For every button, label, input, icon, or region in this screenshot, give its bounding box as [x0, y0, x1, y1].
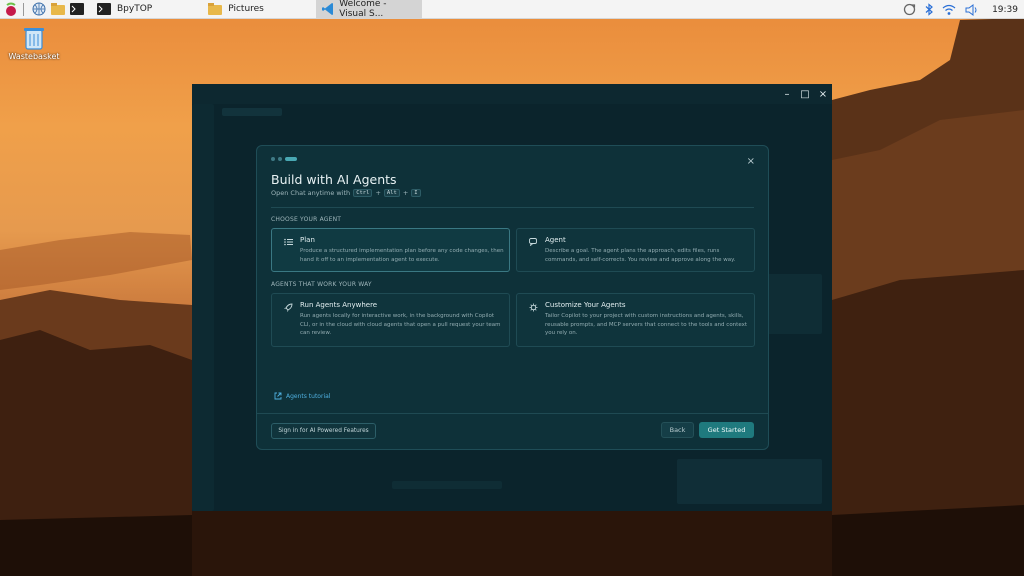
system-tray: 19:39 [903, 0, 1024, 19]
bluetooth-icon[interactable] [925, 3, 933, 16]
task-vscode[interactable]: Welcome - Visual S... [315, 0, 422, 19]
web-browser-icon[interactable] [31, 1, 47, 17]
section-agents-way: AGENTS THAT WORK YOUR WAY [271, 281, 372, 288]
wastebasket-label: Wastebasket [8, 52, 60, 61]
divider [271, 207, 754, 208]
key-i: I [411, 189, 421, 197]
vscode-icon [321, 3, 334, 15]
step-indicator [271, 157, 297, 161]
footer-divider [257, 413, 768, 414]
card-description: Describe a goal. The agent plans the app… [545, 248, 736, 263]
chat-icon [529, 238, 537, 247]
agent-card[interactable]: Agent Describe a goal. The agent plans t… [516, 228, 755, 272]
activity-bar [192, 104, 214, 511]
terminal-launcher-icon[interactable] [69, 1, 85, 17]
agents-dialog: × Build with AI Agents Open Chat anytime… [256, 145, 769, 450]
window-titlebar [192, 84, 832, 104]
task-bpytop[interactable]: BpyTOP [91, 0, 158, 19]
step-dot-active [285, 157, 297, 161]
sign-in-button[interactable]: Sign in for AI Powered Features [271, 423, 376, 439]
card-title: Run Agents Anywhere [300, 301, 378, 309]
key-alt: Alt [383, 189, 400, 197]
dialog-subtitle: Open Chat anytime with Ctrl + Alt + I [271, 189, 421, 197]
card-description: Run agents locally for interactive work,… [300, 313, 501, 336]
minimize-button[interactable]: – [778, 84, 796, 104]
dialog-close-button[interactable]: × [747, 156, 755, 167]
agents-tutorial-link[interactable]: Agents tutorial [274, 392, 330, 400]
gear-icon [529, 303, 538, 312]
task-label: Welcome - Visual S... [339, 0, 387, 19]
file-manager-icon[interactable] [50, 1, 66, 17]
back-button[interactable]: Back [661, 422, 694, 438]
editor-tab [222, 108, 282, 116]
taskbar: BpyTOP Pictures Welcome - Visual S... 19… [0, 0, 1024, 19]
tutorial-label: Agents tutorial [286, 392, 331, 400]
sync-icon[interactable] [903, 3, 916, 16]
dialog-title: Build with AI Agents [271, 172, 397, 187]
folder-icon [208, 3, 223, 15]
card-title: Plan [300, 236, 315, 244]
step-dot [278, 157, 282, 161]
get-started-button[interactable]: Get Started [699, 422, 754, 438]
subtitle-text: Open Chat anytime with [271, 189, 351, 197]
external-link-icon [274, 392, 282, 400]
wifi-icon[interactable] [942, 4, 956, 16]
maximize-button[interactable]: □ [796, 84, 814, 104]
raspberry-menu-icon[interactable] [3, 1, 19, 17]
wastebasket-desktop-icon[interactable]: Wastebasket [6, 26, 62, 61]
card-title: Agent [545, 236, 566, 244]
plus-sign: + [402, 189, 409, 197]
clock: 19:39 [992, 4, 1018, 15]
volume-icon[interactable] [965, 3, 979, 16]
customize-agents-card: Customize Your Agents Tailor Copilot to … [516, 293, 755, 347]
run-agents-card: Run Agents Anywhere Run agents locally f… [271, 293, 510, 347]
wastebasket-icon [24, 28, 44, 50]
task-label: Pictures [228, 4, 264, 14]
task-pictures[interactable]: Pictures [202, 0, 270, 19]
plus-sign: + [375, 189, 381, 197]
list-icon [284, 238, 293, 246]
taskbar-separator [23, 2, 24, 16]
window-close-button[interactable]: × [814, 84, 832, 104]
window-controls: – □ × [778, 84, 832, 104]
background-panel-lower [677, 459, 822, 504]
key-ctrl: Ctrl [353, 189, 373, 197]
card-title: Customize Your Agents [545, 301, 626, 309]
task-label: BpyTOP [117, 4, 153, 14]
background-text [392, 481, 502, 489]
card-description: Tailor Copilot to your project with cust… [545, 313, 748, 336]
step-dot [271, 157, 275, 161]
card-description: Produce a structured implementation plan… [300, 248, 504, 263]
section-choose-agent: CHOOSE YOUR AGENT [271, 216, 342, 223]
rocket-icon [284, 303, 293, 312]
plan-card[interactable]: Plan Produce a structured implementation… [271, 228, 510, 272]
terminal-icon [97, 3, 111, 15]
